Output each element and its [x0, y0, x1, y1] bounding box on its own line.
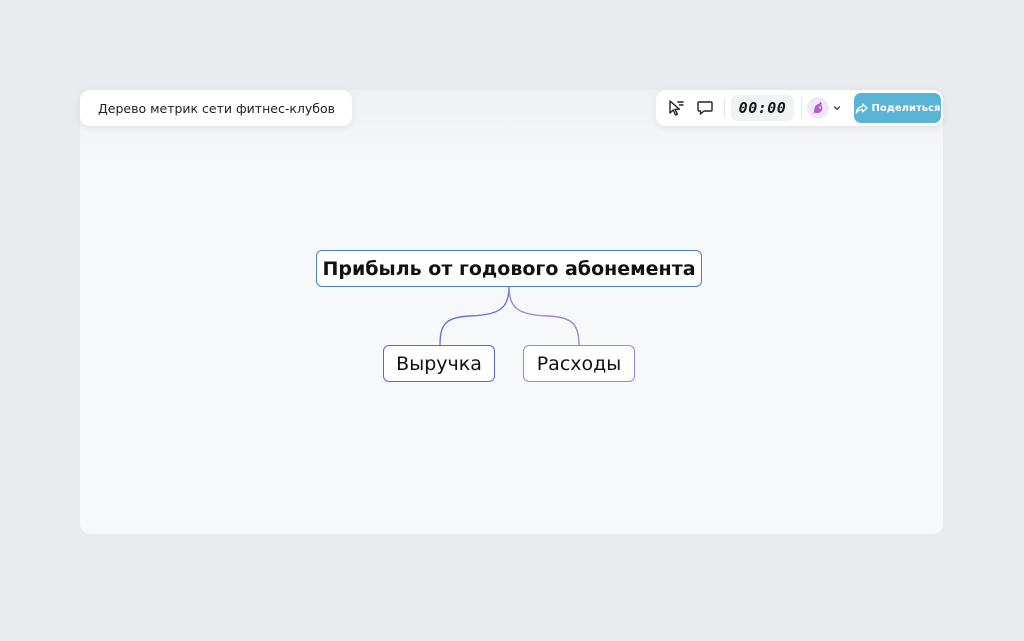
mindmap-node-revenue[interactable]: Выручка [383, 345, 495, 382]
connector-root-to-revenue [439, 286, 510, 346]
mindmap-node-label: Расходы [536, 352, 622, 375]
mindmap-connectors [439, 286, 580, 346]
mindmap-node-expenses[interactable]: Расходы [523, 345, 635, 382]
mindmap-root-label: Прибыль от годового абонемента [322, 257, 696, 280]
mindmap-root-node[interactable]: Прибыль от годового абонемента [316, 250, 702, 287]
mindmap-node-label: Выручка [396, 352, 482, 375]
connector-root-to-expenses [508, 286, 580, 346]
